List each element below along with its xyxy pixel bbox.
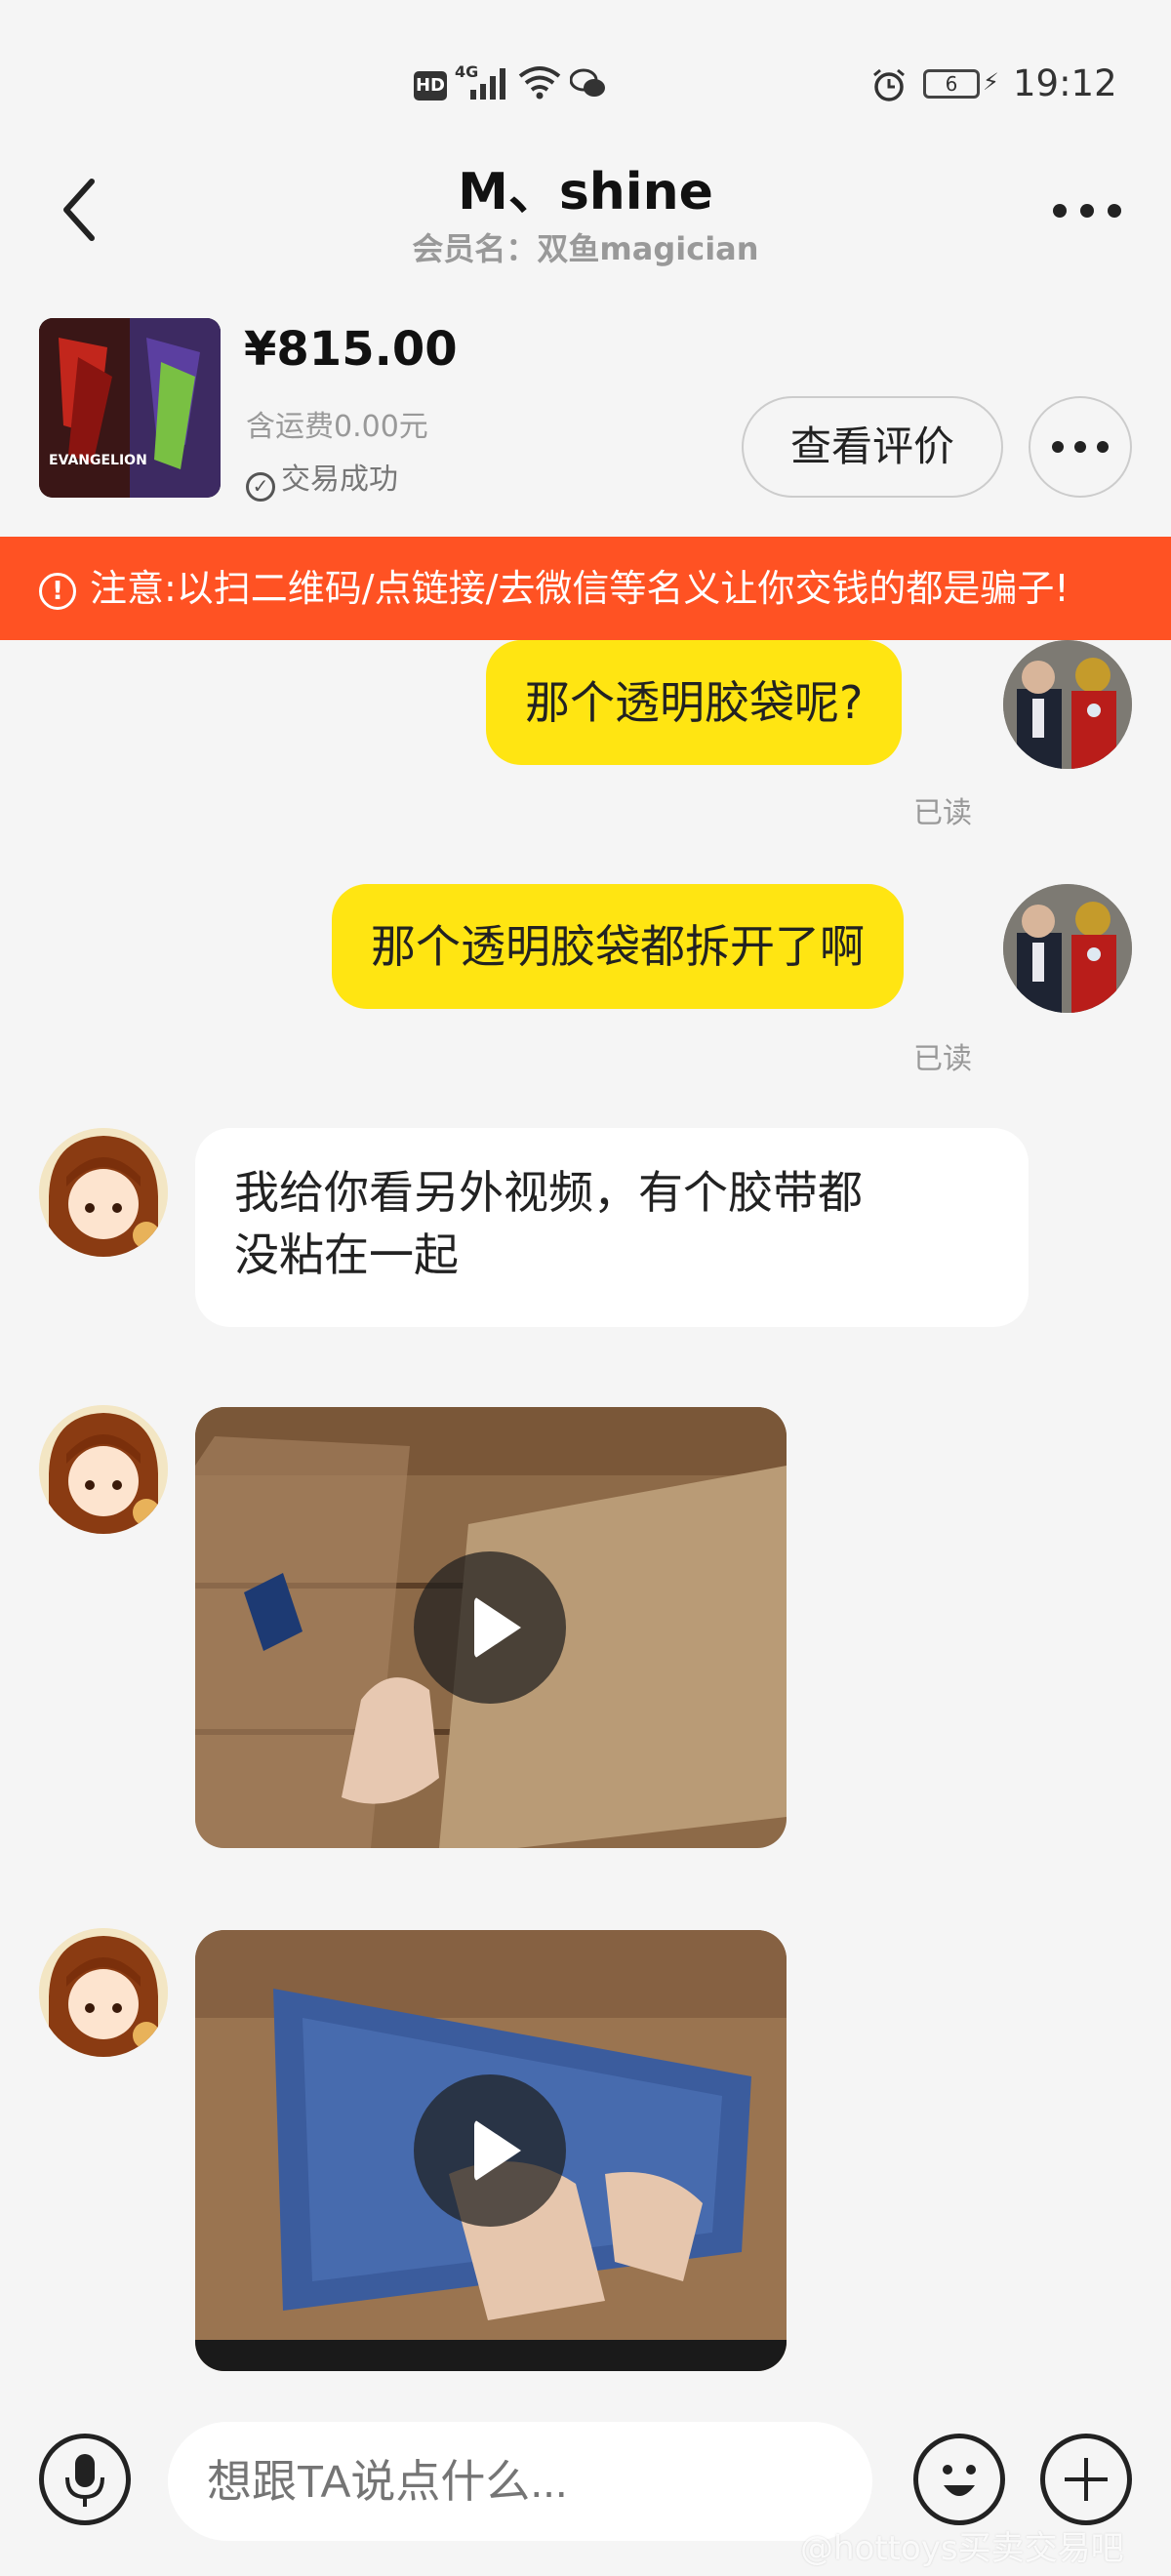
message-input[interactable] [168, 2422, 872, 2541]
shipping-fee: 含运费0.00元 [246, 410, 428, 444]
member-name: 会员名：双鱼magician [412, 230, 759, 267]
plus-icon [1065, 2458, 1108, 2501]
more-icon[interactable] [1050, 191, 1124, 230]
read-receipt: 已读 [913, 796, 972, 830]
view-review-button[interactable]: 查看评价 [742, 396, 1003, 498]
back-icon[interactable] [55, 176, 105, 244]
read-receipt: 已读 [913, 1042, 972, 1076]
exclamation-icon: ! [39, 573, 76, 610]
trade-status-label: 交易成功 [281, 463, 398, 497]
contact-avatar[interactable] [39, 1928, 168, 2057]
page-title: M、shine [458, 163, 713, 221]
more-icon [1052, 441, 1109, 453]
clock: 19:12 [1013, 62, 1117, 104]
message-line: 我给你看另外视频，有个胶带都 [234, 1166, 863, 1219]
video-message[interactable] [195, 1407, 787, 1848]
signal-icon [470, 68, 505, 100]
voice-button[interactable] [39, 2434, 131, 2525]
watermark: @hottoys买卖交易吧 [800, 2529, 1124, 2568]
play-icon[interactable] [414, 1551, 566, 1704]
alarm-icon [873, 68, 905, 101]
message-bubble-sent[interactable]: 那个透明胶袋都拆开了啊 [332, 884, 904, 1009]
my-avatar[interactable] [1003, 640, 1132, 769]
charging-icon: ⚡ [983, 68, 999, 96]
message-bubble-received[interactable]: 我给你看另外视频，有个胶带都 没粘在一起 [195, 1128, 1029, 1327]
contact-avatar[interactable] [39, 1128, 168, 1257]
wifi-icon [518, 66, 561, 100]
microphone-icon [65, 2454, 104, 2507]
thumb-text: EVANGELION [49, 453, 147, 468]
contact-avatar[interactable] [39, 1405, 168, 1534]
more-functions-button[interactable] [1040, 2434, 1132, 2525]
scam-warning-banner: ! 注意:以扫二维码/点链接/去微信等名义让你交钱的都是骗子! [0, 537, 1171, 640]
status-bar: HD 4G 6 ⚡ 19:12 [0, 0, 1171, 107]
product-price: ¥815.00 [244, 322, 458, 377]
more-actions-button[interactable] [1029, 396, 1132, 498]
video-message[interactable] [195, 1930, 787, 2371]
emoji-icon [943, 2465, 976, 2496]
my-avatar[interactable] [1003, 884, 1132, 1013]
message-line: 没粘在一起 [234, 1228, 459, 1281]
message-bubble-sent[interactable]: 那个透明胶袋呢? [486, 640, 903, 765]
wechat-icon [570, 68, 605, 97]
product-thumbnail[interactable]: EVANGELION [39, 318, 221, 498]
play-icon[interactable] [414, 2074, 566, 2227]
hd-icon: HD [414, 71, 447, 101]
emoji-button[interactable] [913, 2434, 1005, 2525]
check-circle-icon: ✓ [246, 472, 275, 502]
battery-icon: 6 [923, 69, 980, 99]
trade-status: ✓ 交易成功 [246, 455, 398, 502]
warning-text: 注意:以扫二维码/点链接/去微信等名义让你交钱的都是骗子! [90, 567, 1070, 610]
